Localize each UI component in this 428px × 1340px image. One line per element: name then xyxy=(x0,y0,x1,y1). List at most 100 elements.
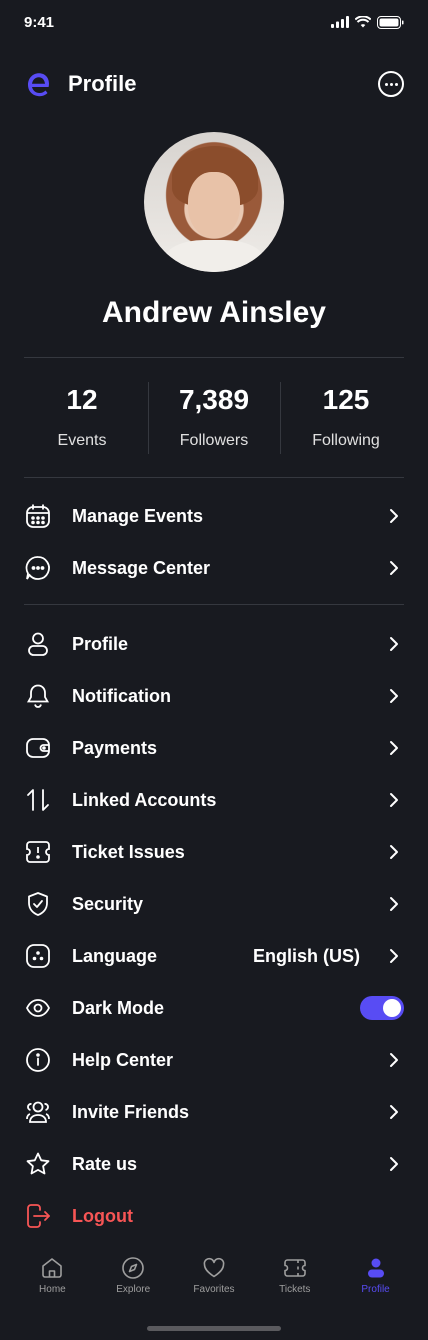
ticket-icon xyxy=(283,1259,306,1277)
menu-label: Ticket Issues xyxy=(72,841,185,862)
users-icon xyxy=(24,1098,52,1126)
profile-icon xyxy=(367,1258,384,1278)
chevron-right-icon xyxy=(384,634,404,654)
language-icon xyxy=(24,942,52,970)
tab-label: Explore xyxy=(116,1284,151,1295)
menu-item-invite-friends[interactable]: Invite Friends xyxy=(24,1086,404,1138)
toggle-knob xyxy=(383,999,401,1017)
tab-label: Home xyxy=(39,1284,66,1295)
menu-item-language[interactable]: Language English (US) xyxy=(24,930,404,982)
header: Profile xyxy=(24,62,404,106)
avatar[interactable] xyxy=(144,132,284,272)
stat-value: 125 xyxy=(322,384,370,415)
heart-icon xyxy=(203,1257,225,1278)
menu-label: Rate us xyxy=(72,1153,138,1174)
page-title: Profile xyxy=(68,71,137,96)
language-value: English (US) xyxy=(253,945,360,966)
chevron-right-icon xyxy=(384,558,404,578)
star-icon xyxy=(24,1150,52,1178)
divider xyxy=(24,477,404,478)
calendar-icon xyxy=(24,502,52,530)
menu-settings: Profile Notification Payments Linked Acc… xyxy=(24,618,404,1242)
chat-icon xyxy=(24,554,52,582)
tab-label: Profile xyxy=(361,1284,390,1295)
chevron-right-icon xyxy=(384,894,404,914)
chevron-right-icon xyxy=(384,506,404,526)
status-time: 9:41 xyxy=(24,13,55,31)
user-name: Andrew Ainsley xyxy=(102,296,326,329)
menu-label: Language xyxy=(72,945,158,966)
stat-value: 12 xyxy=(66,384,98,415)
menu-item-ticket-issues[interactable]: Ticket Issues xyxy=(24,826,404,878)
divider xyxy=(24,604,404,605)
chevron-right-icon xyxy=(384,738,404,758)
bottom-tab-bar: Home Explore Favorites Tickets Profile xyxy=(0,1256,428,1306)
tab-home[interactable]: Home xyxy=(14,1256,90,1306)
tab-explore[interactable]: Explore xyxy=(95,1256,171,1306)
chevron-right-icon xyxy=(384,842,404,862)
header-left: Profile xyxy=(24,70,136,98)
tab-favorites[interactable]: Favorites xyxy=(176,1256,252,1306)
logout-icon xyxy=(24,1202,52,1230)
menu-item-security[interactable]: Security xyxy=(24,878,404,930)
shield-icon xyxy=(24,890,52,918)
wallet-icon xyxy=(24,734,52,762)
stat-label: Events xyxy=(57,432,107,449)
menu-item-rate-us[interactable]: Rate us xyxy=(24,1138,404,1190)
tab-label: Favorites xyxy=(193,1284,235,1295)
menu-label: Profile xyxy=(72,633,129,654)
chevron-right-icon xyxy=(384,790,404,810)
tab-tickets[interactable]: Tickets xyxy=(257,1256,333,1306)
chevron-right-icon xyxy=(384,686,404,706)
menu-item-dark-mode: Dark Mode xyxy=(24,982,404,1034)
menu-label: Payments xyxy=(72,737,158,758)
chevron-right-icon xyxy=(384,1154,404,1174)
menu-item-payments[interactable]: Payments xyxy=(24,722,404,774)
home-indicator xyxy=(147,1326,281,1331)
app-logo-icon[interactable] xyxy=(24,70,52,98)
menu-label: Manage Events xyxy=(72,505,204,526)
menu-label: Security xyxy=(72,893,144,914)
menu-primary: Manage Events Message Center xyxy=(24,490,404,594)
stat-events[interactable]: 12 Events xyxy=(16,380,148,454)
menu-label: Help Center xyxy=(72,1049,174,1070)
swap-icon xyxy=(24,786,52,814)
user-icon xyxy=(24,630,52,658)
menu-label: Message Center xyxy=(72,557,211,578)
menu-label: Notification xyxy=(72,685,171,706)
tab-profile[interactable]: Profile xyxy=(338,1256,414,1306)
menu-item-message-center[interactable]: Message Center xyxy=(24,542,404,594)
eye-icon xyxy=(24,994,52,1022)
menu-item-profile[interactable]: Profile xyxy=(24,618,404,670)
menu-item-linked-accounts[interactable]: Linked Accounts xyxy=(24,774,404,826)
wifi-icon xyxy=(355,16,371,28)
stat-label: Followers xyxy=(179,432,249,449)
battery-icon xyxy=(377,15,404,29)
stat-following[interactable]: 125 Following xyxy=(280,380,412,454)
status-icons xyxy=(331,15,404,29)
signal-icon xyxy=(331,16,349,28)
menu-item-notification[interactable]: Notification xyxy=(24,670,404,722)
tab-label: Tickets xyxy=(279,1284,311,1295)
home-icon xyxy=(42,1258,63,1278)
ticket-icon xyxy=(24,838,52,866)
chevron-right-icon xyxy=(384,1102,404,1122)
stat-followers[interactable]: 7,389 Followers xyxy=(148,380,280,454)
menu-item-manage-events[interactable]: Manage Events xyxy=(24,490,404,542)
chevron-right-icon xyxy=(384,1050,404,1070)
dark-mode-toggle[interactable] xyxy=(360,996,404,1020)
menu-item-help-center[interactable]: Help Center xyxy=(24,1034,404,1086)
menu-label: Logout xyxy=(72,1205,133,1226)
stat-value: 7,389 xyxy=(178,384,250,415)
chevron-right-icon xyxy=(384,946,404,966)
status-bar: 9:41 xyxy=(0,0,428,44)
divider xyxy=(24,357,404,358)
info-icon xyxy=(24,1046,52,1074)
menu-label: Linked Accounts xyxy=(72,789,217,810)
more-icon[interactable] xyxy=(378,71,404,97)
menu-label: Invite Friends xyxy=(72,1101,190,1122)
menu-label: Dark Mode xyxy=(72,997,165,1018)
compass-icon xyxy=(122,1257,144,1279)
menu-item-logout[interactable]: Logout xyxy=(24,1190,404,1242)
stat-label: Following xyxy=(312,432,380,449)
